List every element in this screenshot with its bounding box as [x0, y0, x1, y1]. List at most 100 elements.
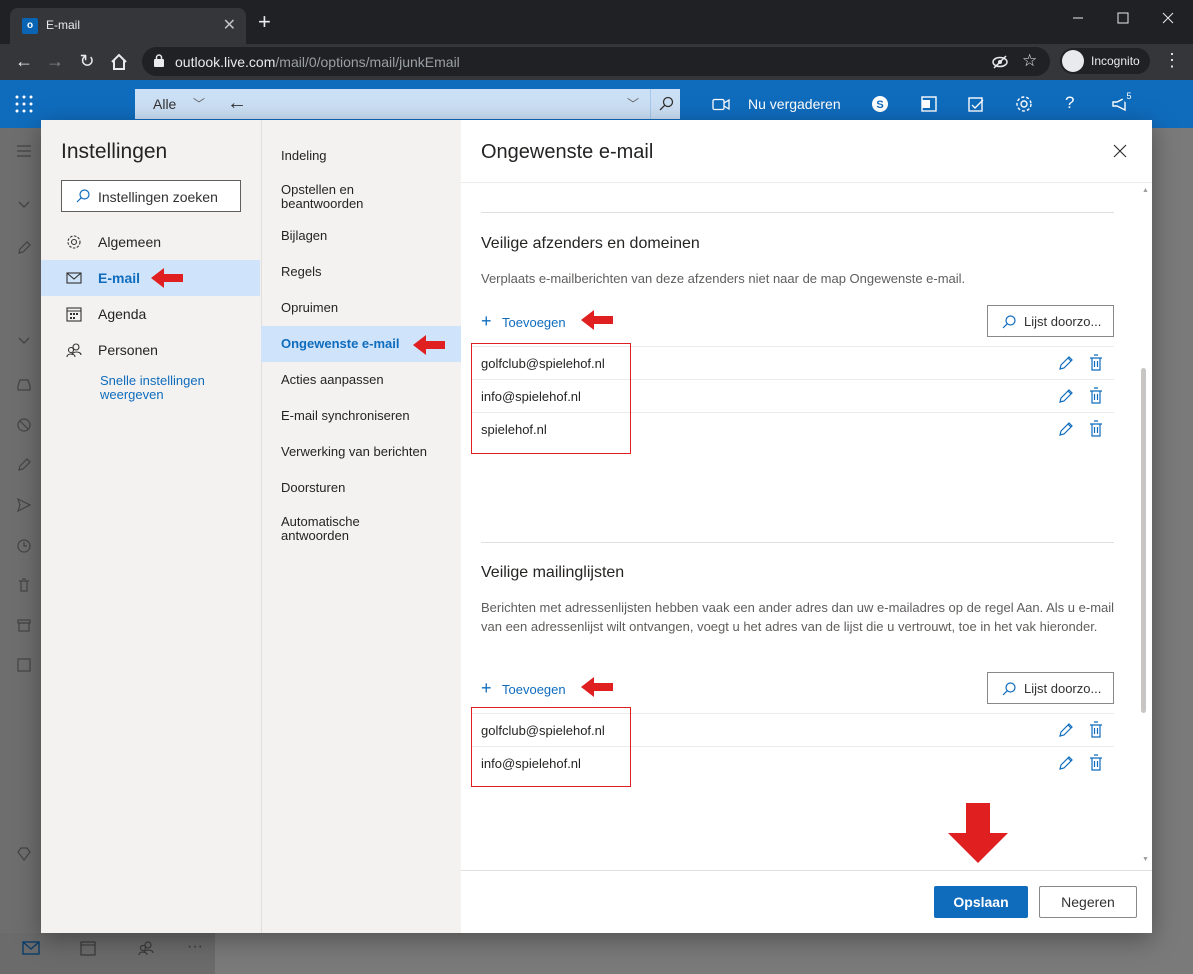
category-label: Agenda	[98, 306, 147, 322]
mail-search-box[interactable]: Alle ﹀ ← ﹀	[135, 89, 680, 119]
svg-text:S: S	[876, 99, 883, 111]
add-label: Toevoegen	[502, 315, 566, 330]
incognito-label: Incognito	[1091, 54, 1140, 68]
category-label: Algemeen	[98, 234, 162, 250]
forward-arrow-icon[interactable]: →	[43, 50, 67, 74]
maximize-icon[interactable]	[1113, 8, 1133, 28]
close-icon[interactable]	[1110, 141, 1130, 161]
eye-off-icon[interactable]	[991, 53, 1009, 71]
trash-icon	[19, 578, 29, 592]
category-email[interactable]: E-mail	[41, 260, 260, 296]
incognito-badge[interactable]: Incognito	[1060, 48, 1150, 74]
save-button[interactable]: Opslaan	[934, 886, 1028, 918]
subnav-automatische-antwoorden[interactable]: Automatische antwoorden	[261, 508, 461, 548]
inbox-icon	[17, 379, 31, 391]
note-icon	[17, 658, 31, 672]
delete-trash-icon[interactable]	[1089, 754, 1103, 771]
safe-senders-description: Verplaats e-mailberichten van deze afzen…	[481, 271, 966, 286]
subnav-opstellen[interactable]: Opstellen en beantwoorden	[261, 176, 461, 216]
settings-gear-icon[interactable]	[1015, 95, 1033, 113]
calendar-icon	[80, 941, 96, 956]
help-icon[interactable]: ?	[1065, 93, 1074, 113]
delete-trash-icon[interactable]	[1089, 387, 1103, 404]
bookmark-star-icon[interactable]: ☆	[1022, 51, 1037, 71]
todo-icon[interactable]	[967, 95, 985, 113]
more-icon: ···	[187, 938, 203, 955]
chevron-down-icon: ﹀	[627, 97, 640, 111]
scroll-up-icon[interactable]: ▲	[1142, 187, 1149, 194]
window-close-icon[interactable]	[1158, 8, 1178, 28]
subnav-label: Bijlagen	[281, 228, 328, 243]
mail-icon	[22, 941, 40, 955]
settings-search-placeholder: Instellingen zoeken	[98, 189, 218, 205]
search-safe-lists-button[interactable]: Lijst doorzo...	[987, 672, 1114, 704]
subnav-regels[interactable]: Regels	[261, 256, 461, 290]
notification-badge: 5	[1122, 89, 1136, 103]
pencil-icon	[18, 241, 31, 254]
url-text: outlook.live.com/mail/0/options/mail/jun…	[175, 54, 460, 70]
edit-pencil-icon[interactable]	[1058, 388, 1074, 404]
app-launcher-icon[interactable]	[14, 94, 34, 114]
highlight-box-annotation	[471, 343, 631, 454]
edit-pencil-icon[interactable]	[1058, 755, 1074, 771]
subnav-doorsturen[interactable]: Doorsturen	[261, 472, 461, 506]
browser-tab[interactable]: o E-mail ✕	[10, 8, 246, 44]
search-icon	[1002, 315, 1016, 329]
scrollbar-thumb[interactable]	[1141, 368, 1146, 713]
subnav-acties[interactable]: Acties aanpassen	[261, 364, 461, 398]
subnav-junk-email[interactable]: Ongewenste e-mail	[261, 326, 461, 362]
search-icon	[76, 189, 90, 203]
chevron-down-icon: ﹀	[193, 97, 206, 111]
subnav-label: Verwerking van berichten	[281, 444, 427, 459]
subnav-label: Doorsturen	[281, 480, 346, 495]
tab-close-icon[interactable]: ✕	[223, 15, 236, 35]
category-people[interactable]: Personen	[41, 332, 260, 368]
settings-search-input[interactable]: Instellingen zoeken	[61, 180, 241, 212]
scroll-down-icon[interactable]: ▼	[1142, 856, 1149, 863]
browser-menu-icon[interactable]: ⋮	[1163, 50, 1181, 70]
back-arrow-icon[interactable]: ←	[12, 50, 36, 74]
subnav-bijlagen[interactable]: Bijlagen	[261, 220, 461, 254]
reload-icon[interactable]: ↻	[75, 50, 99, 74]
chevron-down-icon	[18, 201, 30, 208]
search-safe-senders-button[interactable]: Lijst doorzo...	[987, 305, 1114, 337]
settings-title: Instellingen	[61, 140, 168, 163]
search-scope-select[interactable]: Alle	[153, 96, 176, 112]
subnav-opruimen[interactable]: Opruimen	[261, 292, 461, 326]
category-calendar[interactable]: Agenda	[41, 296, 260, 332]
subnav-label: Opstellen en beantwoorden	[281, 182, 364, 211]
chevron-down-icon	[18, 337, 30, 344]
edit-pencil-icon[interactable]	[1058, 355, 1074, 371]
search-button[interactable]	[650, 89, 680, 119]
new-tab-button[interactable]: +	[258, 11, 271, 33]
add-safe-list-button[interactable]: + Toevoegen	[481, 677, 613, 700]
discard-button[interactable]: Negeren	[1039, 886, 1137, 918]
subnav-label: Ongewenste e-mail	[281, 336, 400, 351]
clock-icon	[17, 539, 31, 553]
home-icon[interactable]	[109, 52, 129, 72]
subnav-verwerking[interactable]: Verwerking van berichten	[261, 436, 461, 470]
delete-trash-icon[interactable]	[1089, 354, 1103, 371]
back-arrow-icon[interactable]: ←	[227, 92, 247, 115]
section-divider	[481, 212, 1114, 213]
edit-pencil-icon[interactable]	[1058, 722, 1074, 738]
skype-icon[interactable]: S	[871, 95, 889, 113]
minimize-icon[interactable]	[1068, 8, 1088, 28]
calendar-icon	[66, 307, 82, 322]
edit-pencil-icon[interactable]	[1058, 421, 1074, 437]
category-general[interactable]: Algemeen	[41, 224, 260, 260]
tab-title: E-mail	[46, 18, 81, 32]
incognito-icon	[1062, 50, 1084, 72]
subnav-label: Regels	[281, 264, 322, 279]
url-bar[interactable]: outlook.live.com/mail/0/options/mail/jun…	[142, 47, 1050, 76]
blocked-icon	[17, 418, 31, 432]
subnav-label: Acties aanpassen	[281, 372, 384, 387]
office-icon[interactable]	[920, 95, 938, 113]
add-safe-sender-button[interactable]: + Toevoegen	[481, 310, 613, 333]
delete-trash-icon[interactable]	[1089, 721, 1103, 738]
subnav-synchroniseren[interactable]: E-mail synchroniseren	[261, 400, 461, 434]
delete-trash-icon[interactable]	[1089, 420, 1103, 437]
quick-settings-link[interactable]: Snelle instellingen weergeven	[100, 374, 250, 402]
diamond-icon	[17, 847, 31, 861]
subnav-indeling[interactable]: Indeling	[261, 140, 461, 174]
